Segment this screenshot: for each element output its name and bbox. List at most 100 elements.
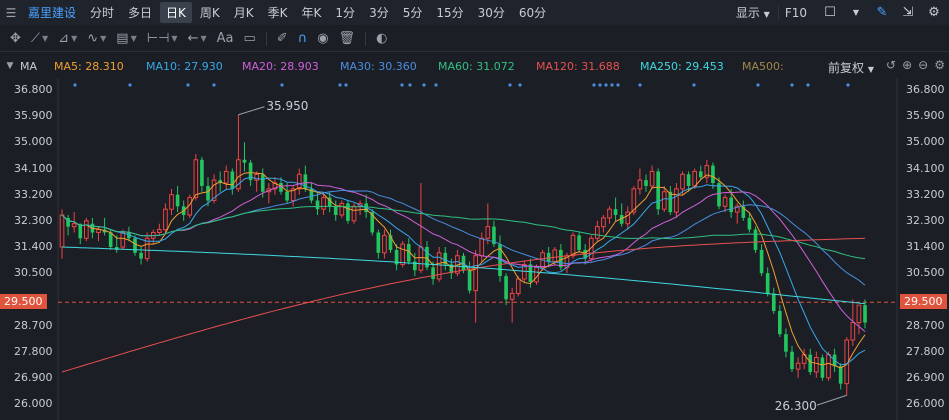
ma-legend-item[interactable]: MA30: 30.360: [340, 60, 438, 73]
collapse-icon[interactable]: ▼: [0, 61, 20, 71]
candle-body: [230, 171, 235, 189]
wave-tool-icon[interactable]: ∿ ▼: [87, 31, 106, 46]
period-tab[interactable]: 5分: [397, 2, 429, 23]
period-tab[interactable]: 季K: [262, 2, 294, 23]
period-tab[interactable]: 3分: [363, 2, 395, 23]
candle-body: [838, 366, 843, 384]
candle-body: [193, 159, 199, 199]
axis-tick-label: 34.100: [906, 161, 945, 175]
period-tab[interactable]: 分时: [84, 2, 120, 23]
add-icon[interactable]: ⊕: [902, 58, 912, 72]
period-tab[interactable]: 30分: [472, 2, 511, 23]
axis-tick-label: 36.800: [14, 83, 53, 96]
stock-name[interactable]: 嘉里建设: [22, 4, 82, 21]
resize-icon[interactable]: ⇲: [899, 5, 917, 20]
magnet-icon[interactable]: ∩: [298, 31, 308, 46]
ma-legend-item[interactable]: MA500:: [742, 60, 822, 73]
axis-tick-label: 35.900: [906, 109, 945, 123]
chevron-down-icon[interactable]: ▼: [847, 8, 865, 17]
event-marker: [756, 83, 760, 87]
chevron-down-icon: ▼: [763, 10, 770, 19]
period-tab[interactable]: 多日: [122, 2, 158, 23]
candle-body: [826, 354, 831, 379]
candle-body: [400, 243, 405, 265]
arrow-tool-icon[interactable]: ← ▼: [188, 31, 207, 46]
toggle-icon[interactable]: ◐: [376, 31, 387, 46]
toolbar-divider: [265, 31, 267, 46]
candle-body: [601, 217, 606, 228]
line-tool-icon[interactable]: ⟋ ▼: [31, 31, 48, 46]
ma-legend-item[interactable]: MA250: 29.453: [640, 60, 742, 73]
ma-legend-item[interactable]: MA120: 31.688: [536, 60, 640, 73]
comment-icon[interactable]: ▭: [243, 31, 255, 46]
candle-body: [595, 226, 600, 239]
period-tab[interactable]: 年K: [296, 2, 328, 23]
candle-body: [698, 171, 703, 178]
event-marker: [508, 83, 512, 87]
pen-icon[interactable]: ✎: [873, 5, 891, 20]
ma-legend-item[interactable]: MA20: 28.903: [242, 60, 340, 73]
axis-tick-label: 32.300: [14, 213, 53, 227]
candle-body: [692, 170, 697, 187]
candle-body: [637, 179, 643, 190]
period-tab[interactable]: 1分: [329, 2, 361, 23]
event-marker: [610, 83, 614, 87]
period-tab[interactable]: 日K: [160, 2, 192, 23]
measure-tool-icon[interactable]: ⊢⊣ ▼: [147, 31, 178, 46]
period-tab[interactable]: 60分: [513, 2, 552, 23]
event-marker: [408, 83, 412, 87]
checkbox-icon[interactable]: ☐: [821, 5, 839, 20]
event-marker: [422, 83, 426, 87]
ma-legend-item[interactable]: MA60: 31.072: [438, 60, 536, 73]
channel-tool-icon[interactable]: ⊿ ▼: [58, 31, 77, 46]
f10-button[interactable]: F10: [777, 5, 813, 20]
event-marker: [344, 83, 348, 87]
candle-body: [607, 208, 612, 219]
event-marker: [604, 83, 608, 87]
candle-body: [552, 249, 558, 263]
candle-body: [139, 252, 143, 259]
kline-chart[interactable]: 36.800 35.900 35.000 34.100 33.200 32.300 31.4…: [0, 78, 949, 420]
candle-body: [339, 202, 345, 216]
axis-tick-label: 28.700: [14, 318, 53, 332]
candle-body: [479, 237, 485, 257]
candle-body: [856, 304, 862, 324]
settings-icon[interactable]: ⚙: [934, 58, 945, 72]
event-marker: [598, 83, 602, 87]
indicator-label[interactable]: MA: [20, 60, 54, 73]
candle-body: [223, 170, 229, 184]
eraser-icon[interactable]: ✐: [277, 31, 288, 46]
candle-body: [382, 234, 387, 254]
candle-body: [376, 232, 381, 253]
ma-legend-item[interactable]: MA5: 28.310: [54, 60, 146, 73]
high-annotation: 35.950: [266, 98, 309, 113]
kline-svg[interactable]: [0, 78, 949, 420]
settings-icon[interactable]: ⚙: [925, 5, 943, 20]
candle-body: [559, 249, 563, 268]
period-tab[interactable]: 周K: [194, 2, 226, 23]
adjust-dropdown[interactable]: 前复权 ▼: [828, 59, 874, 76]
event-marker: [616, 83, 620, 87]
axis-tick-label: 31.400: [14, 240, 53, 253]
candle-body: [59, 214, 65, 248]
display-dropdown[interactable]: 显示 ▼: [736, 4, 770, 21]
period-tab[interactable]: 15分: [430, 2, 469, 23]
toolbar-divider: [365, 31, 367, 46]
ma-legend: ▼ MA MA5: 28.310 MA10: 27.930 MA20: 28.903…: [0, 56, 949, 76]
fib-tool-icon[interactable]: ▤ ▼: [116, 31, 136, 46]
move-icon[interactable]: ✥: [10, 31, 21, 46]
ma-legend-item[interactable]: MA10: 27.930: [146, 60, 242, 73]
top-bar: ☰ 嘉里建设 分时 多日 日K 周K 月K 季K 年K 1分 3分 5分 15分 30分 60分 显示 …: [0, 0, 949, 25]
axis-tick-label: 26.000: [14, 397, 53, 410]
drawing-toolbar: ✥ ⟋ ▼ ⊿ ▼ ∿ ▼ ▤ ▼ ⊢⊣ ▼ ← ▼ Aa ▭ ✐ ∩ ◉ 🗑 ◐: [0, 26, 949, 52]
eye-icon[interactable]: ◉: [317, 31, 328, 46]
trash-icon[interactable]: 🗑: [339, 31, 356, 46]
menu-icon[interactable]: ☰: [0, 0, 22, 25]
remove-icon[interactable]: ⊖: [918, 58, 928, 72]
candle-body: [467, 270, 472, 291]
period-tab[interactable]: 月K: [228, 2, 260, 23]
undo-icon[interactable]: ↺: [886, 58, 896, 72]
text-tool-icon[interactable]: Aa: [217, 31, 234, 46]
candle-body: [534, 266, 539, 283]
candle-body: [674, 188, 679, 213]
